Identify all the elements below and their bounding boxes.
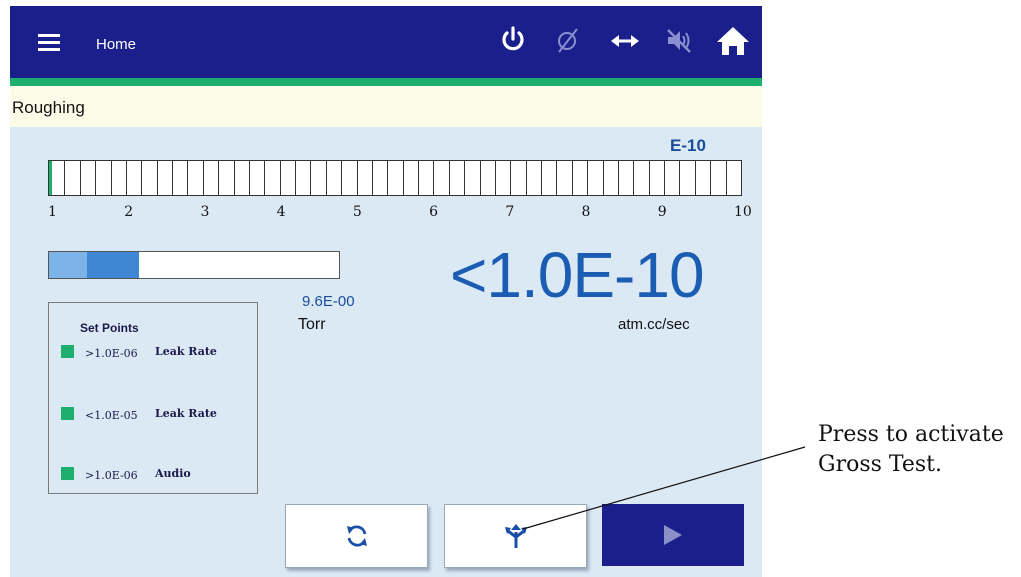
callout-line-2: Gross Test. (818, 452, 943, 477)
callout-line-1: Press to activate (818, 422, 1004, 447)
gross-test-callout: Press to activate Gross Test. (818, 420, 1004, 480)
callout-leader-line (522, 446, 806, 530)
